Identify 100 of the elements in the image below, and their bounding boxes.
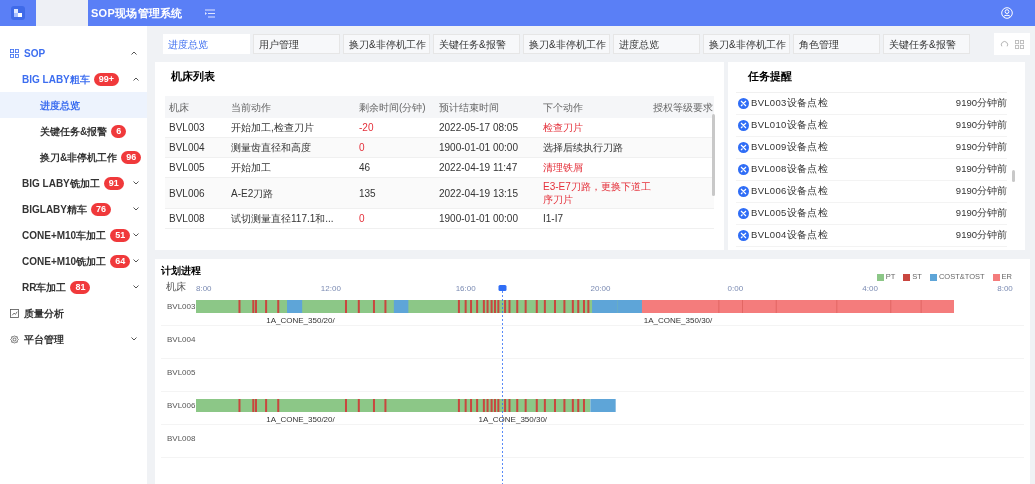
axis-tick-label: 16:00: [455, 283, 476, 295]
row-label: BVL005: [166, 367, 196, 379]
table-cell-text: BVL004: [169, 141, 206, 154]
table-cell-text: BVL008: [169, 212, 206, 225]
table-cell-text: 46: [359, 161, 372, 174]
task-time: 9190分钟前: [955, 118, 1007, 133]
task-text: BVL006设备点检: [751, 184, 828, 199]
column-header: 预计结束时间: [439, 100, 500, 115]
table-cell-text: 2022-04-19 13:15: [439, 186, 519, 200]
table-cell-text: 开始加工,检查刀片: [231, 121, 315, 134]
tab[interactable]: 进度总览: [163, 34, 250, 54]
sidebar-item[interactable]: CONE+M10铣加工 64: [0, 248, 147, 274]
sidebar-item[interactable]: RR车加工 81: [0, 274, 147, 300]
user-icon[interactable]: [1001, 7, 1013, 19]
axis-tick-label: 12:00: [320, 283, 341, 295]
sidebar-item[interactable]: BIG LABY粗车 99+: [0, 66, 147, 92]
tab[interactable]: 换刀&非停机工作: [343, 34, 430, 54]
scrollbar: [1012, 170, 1015, 182]
grid-icon[interactable]: [1015, 39, 1024, 49]
row-label: BVL003: [166, 301, 196, 313]
table-cell-text: 0: [359, 141, 366, 154]
sidebar-item[interactable]: 换刀&非停机工作 96: [0, 144, 147, 170]
row-label: BVL008: [166, 433, 196, 445]
table-cell-text: -20: [359, 121, 375, 134]
logo-icon: [11, 6, 25, 20]
column-header: 剩余时间(分钟): [359, 100, 427, 115]
count-badge: 6: [111, 124, 127, 138]
job-label: 1A_CONE_350/30/: [643, 315, 713, 327]
column-header: 下个动作: [543, 100, 584, 115]
settings-icon: [10, 334, 19, 344]
table-cell-text: A-E2刀路: [231, 186, 275, 200]
tab[interactable]: 用户管理: [253, 34, 340, 54]
table-cell-text: 试切测量直径117.1和...: [231, 212, 335, 225]
logo-placeholder: [36, 0, 88, 26]
axis-tick-label: 4:00: [862, 283, 878, 295]
row-label: BVL004: [166, 334, 196, 346]
table-cell-text: 1900-01-01 00:00: [439, 141, 519, 154]
column-header: 机床: [169, 100, 190, 115]
axis-tick-label: 8:00: [196, 283, 212, 295]
sidebar-item[interactable]: CONE+M10车加工 51: [0, 222, 147, 248]
sidebar-item[interactable]: SOP: [0, 40, 147, 66]
refresh-icon[interactable]: [1000, 39, 1009, 49]
task-time: 9190分钟前: [955, 206, 1007, 221]
table-cell-text: BVL005: [169, 161, 206, 174]
task-time: 9190分钟前: [955, 140, 1007, 155]
tab[interactable]: 换刀&非停机工作: [523, 34, 610, 54]
tab[interactable]: 换刀&非停机工作: [703, 34, 790, 54]
table-cell-text: BVL003: [169, 121, 206, 134]
sidebar-item[interactable]: BIG LABY铣加工 91: [0, 170, 147, 196]
card-title: 计划进程: [161, 263, 201, 278]
count-badge: 76: [91, 202, 111, 216]
table-cell-text: 清理铁屑: [543, 161, 584, 174]
job-label: 1A_CONE_350/20/: [266, 315, 335, 327]
row-label: BVL006: [166, 400, 196, 412]
sidebar-item[interactable]: 关键任务&报警 6: [0, 118, 147, 144]
sidebar-item[interactable]: 进度总览: [0, 92, 147, 118]
table-cell-text: 开始加工: [231, 161, 272, 174]
axis-tick-label: 0:00: [727, 283, 744, 295]
menu-icon[interactable]: [204, 8, 215, 18]
count-badge: 51: [110, 228, 131, 242]
axis-tick-label: 8:00: [997, 283, 1013, 295]
task-text: BVL004设备点检: [751, 228, 828, 243]
task-time: 9190分钟前: [955, 162, 1007, 177]
table-cell-text: BVL006: [169, 186, 206, 200]
grid-icon: [10, 48, 19, 58]
job-label: 1A_CONE_350/30/: [478, 414, 548, 426]
table-cell-text: I1-I7: [543, 212, 564, 225]
count-badge: 99+: [93, 72, 120, 86]
table-cell-text: 1900-01-01 00:00: [439, 212, 519, 225]
card-title: 机床列表: [170, 69, 216, 84]
tab[interactable]: 角色管理: [793, 34, 880, 54]
card-title: 任务提醒: [747, 69, 793, 84]
table-cell-text: 135: [359, 186, 377, 200]
count-badge: 64: [110, 254, 131, 268]
sidebar-item[interactable]: 平台管理: [0, 326, 147, 352]
task-time: 9190分钟前: [955, 228, 1007, 243]
count-badge: 96: [121, 150, 142, 164]
task-text: BVL009设备点检: [751, 140, 828, 155]
sidebar-item[interactable]: 质量分析: [0, 300, 147, 326]
task-text: BVL008设备点检: [751, 162, 828, 177]
axis-tick-label: 20:00: [590, 283, 611, 295]
chart-icon: [10, 308, 19, 318]
table-cell-text: 2022-05-17 08:05: [439, 121, 519, 134]
table-cell-text: 0: [359, 212, 366, 225]
table-cell-text: 2022-04-19 11:47: [439, 161, 519, 174]
task-time: 9190分钟前: [955, 184, 1007, 199]
task-text: BVL003设备点检: [751, 96, 828, 111]
job-label: 1A_CONE_350/20/: [266, 414, 335, 426]
table-cell-text: 选择后续执行刀路: [543, 141, 624, 154]
count-badge: 81: [70, 280, 91, 294]
column-header: 授权等级要求: [653, 100, 714, 115]
task-text: BVL010设备点检: [751, 118, 828, 133]
tab[interactable]: 进度总览: [613, 34, 700, 54]
table-cell-text: E3-E7刀路，更换下道工序刀片: [543, 180, 652, 206]
count-badge: 91: [103, 176, 124, 190]
tab[interactable]: 关键任务&报警: [883, 34, 970, 54]
axis-label: 机床: [165, 281, 187, 293]
sidebar-item[interactable]: BIGLABY精车 76: [0, 196, 147, 222]
tab[interactable]: 关键任务&报警: [433, 34, 520, 54]
task-time: 9190分钟前: [955, 96, 1007, 111]
